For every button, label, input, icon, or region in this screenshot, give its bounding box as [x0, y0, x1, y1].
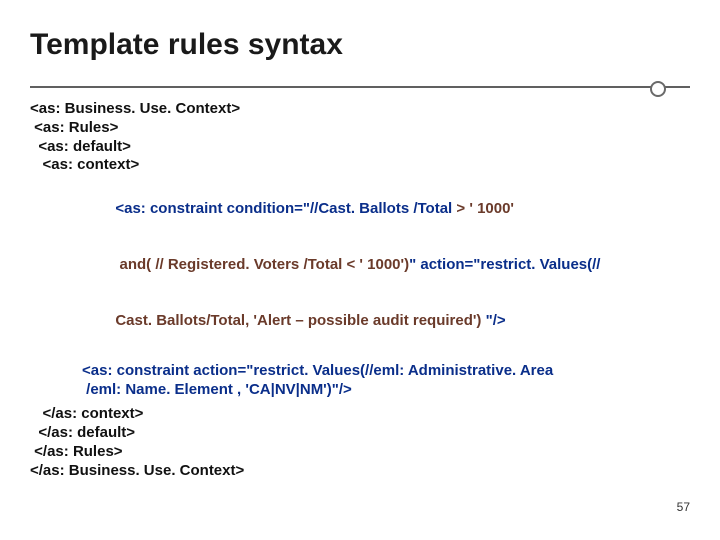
- closing-tags: </as: context> </as: default> </as: Rule…: [30, 405, 690, 480]
- code-line: </as: context>: [30, 405, 690, 424]
- constraint-block-2: <as: constraint action="restrict. Values…: [30, 362, 690, 400]
- code-span-blue: "/>: [486, 312, 506, 329]
- code-line: </as: default>: [30, 424, 690, 443]
- code-line: Cast. Ballots/Total, 'Alert – possible a…: [82, 294, 690, 350]
- code-line: <as: constraint condition="//Cast. Ballo…: [82, 181, 690, 237]
- slide: Template rules syntax <as: Business. Use…: [0, 0, 720, 540]
- code-line: /eml: Name. Element , 'CA|NV|NM')"/>: [82, 381, 690, 400]
- code-span-blue: <as: constraint condition="//Cast. Ballo…: [115, 200, 456, 217]
- code-span-blue: " action="restrict. Values(//: [409, 256, 605, 273]
- code-line: <as: default>: [30, 138, 690, 157]
- code-span-brown: and( // Registered. Voters /Total < ' 10…: [115, 256, 409, 273]
- title-underline: [30, 86, 690, 88]
- code-line: and( // Registered. Voters /Total < ' 10…: [82, 237, 690, 293]
- title-underline-dot: [650, 81, 666, 97]
- code-span-brown: > ' 1000': [456, 200, 514, 217]
- code-block: <as: Business. Use. Context> <as: Rules>…: [30, 100, 690, 480]
- code-line: </as: Business. Use. Context>: [30, 462, 690, 481]
- slide-title: Template rules syntax: [30, 28, 343, 62]
- code-line: <as: constraint action="restrict. Values…: [82, 362, 690, 381]
- code-line: <as: Rules>: [30, 119, 690, 138]
- spacer: [30, 350, 690, 362]
- code-line: </as: Rules>: [30, 443, 690, 462]
- constraint-block-1: <as: constraint condition="//Cast. Ballo…: [30, 181, 690, 350]
- code-line: <as: Business. Use. Context>: [30, 100, 690, 119]
- code-line: <as: context>: [30, 156, 690, 175]
- page-number: 57: [677, 500, 690, 514]
- code-span-brown: Cast. Ballots/Total, 'Alert – possible a…: [115, 312, 485, 329]
